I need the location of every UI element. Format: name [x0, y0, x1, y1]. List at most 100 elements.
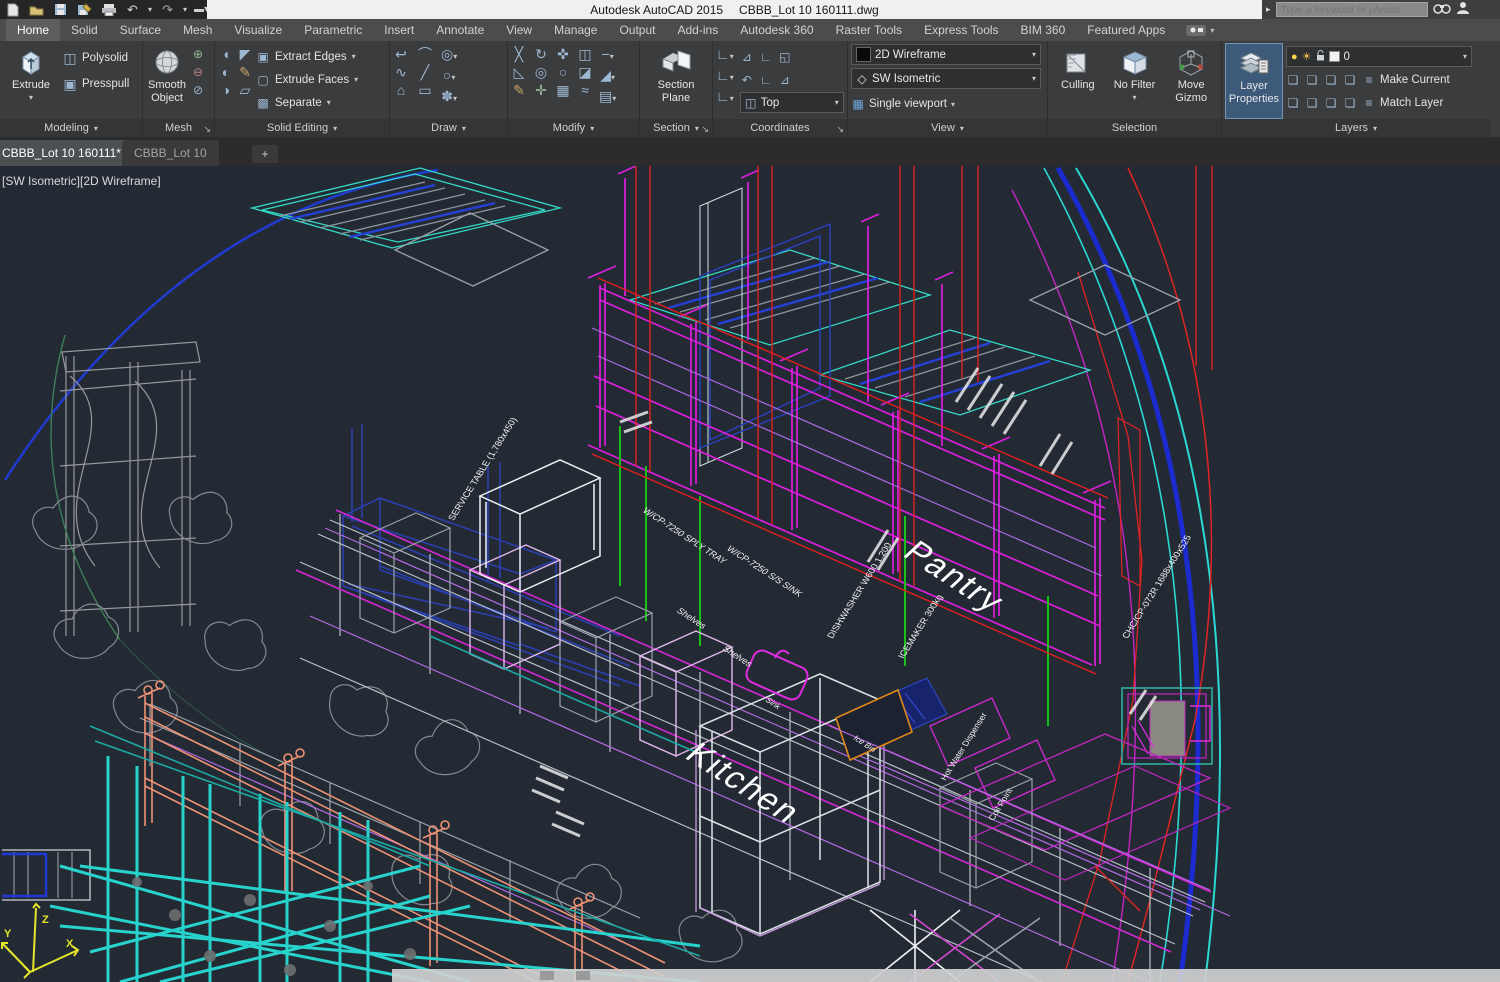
panel-draw-footer[interactable]: Draw▾ — [390, 119, 507, 137]
tab-parametric[interactable]: Parametric — [293, 19, 373, 41]
circle-icon[interactable]: ◎▾ — [441, 46, 457, 65]
hatch-icon[interactable]: ✽▾ — [441, 88, 457, 107]
ucs-face-icon[interactable]: ∟ — [759, 72, 773, 88]
tab-featured-apps[interactable]: Featured Apps — [1076, 19, 1176, 41]
ucs-undo-icon[interactable]: ↶ — [740, 72, 754, 88]
ucs-3point-icon[interactable]: ⊿ — [778, 72, 792, 88]
stretch-icon[interactable]: ✛ — [533, 82, 549, 98]
panel-modify-footer[interactable]: Modify▾ — [508, 119, 639, 137]
polygon-icon[interactable]: ⌂ — [393, 82, 409, 98]
undo-dropdown-icon[interactable]: ▾ — [148, 5, 152, 14]
panel-solid-editing-footer[interactable]: Solid Editing▾ — [215, 119, 389, 137]
ucs-origin-icon[interactable]: ∟▾ — [716, 88, 734, 107]
extract-edges-button[interactable]: ▣ Extract Edges▾ — [256, 46, 358, 67]
slice-icon[interactable]: ◤ — [237, 46, 253, 62]
tab-bim-360[interactable]: BIM 360 — [1010, 19, 1077, 41]
arc-icon[interactable]: ⌒ — [417, 46, 433, 62]
named-view-dropdown[interactable]: ◫ Top ▾ — [740, 92, 844, 113]
extrude-button[interactable]: Extrude ▾ — [3, 43, 59, 119]
tab-home[interactable]: Home — [6, 19, 60, 41]
viewport-config-button[interactable]: ▦ Single viewport ▾ — [851, 92, 1044, 116]
fillet-edge-icon[interactable]: ✎ — [237, 64, 253, 80]
view-preset-dropdown[interactable]: ◇ SW Isometric ▾ — [851, 68, 1041, 89]
smooth-object-button[interactable]: Smooth Object — [146, 43, 188, 119]
fillet-icon[interactable]: ◺ — [511, 64, 527, 80]
connect-icon[interactable]: ▾ — [1186, 19, 1214, 41]
union-icon[interactable]: ◖ — [218, 46, 234, 62]
mesh-launcher-icon[interactable]: ↘ — [203, 124, 211, 135]
mesh-refine-icon[interactable]: ⊕ — [191, 46, 205, 62]
layer-dropdown[interactable]: ● ☀ 0 ▾ — [1286, 46, 1472, 67]
new-file-icon[interactable] — [4, 2, 21, 17]
infocenter-collapse-icon[interactable]: ▸ — [1266, 4, 1271, 15]
tab-mesh[interactable]: Mesh — [172, 19, 223, 41]
panel-section-footer[interactable]: Section▾ ↘ — [640, 119, 712, 137]
layer-thaw-icon[interactable]: ❏ — [1324, 95, 1338, 111]
move-icon[interactable]: ✜ — [555, 46, 571, 62]
tab-annotate[interactable]: Annotate — [425, 19, 495, 41]
layer-lock-icon[interactable]: ❏ — [1343, 72, 1357, 88]
tab-manage[interactable]: Manage — [543, 19, 608, 41]
layer-properties-button[interactable]: Layer Properties — [1225, 43, 1283, 119]
layer-freeze-icon[interactable]: ❏ — [1324, 72, 1338, 88]
polyline-icon[interactable]: ↩ — [393, 46, 409, 62]
redo-icon[interactable]: ↷ — [159, 2, 176, 17]
tab-autodesk-360[interactable]: Autodesk 360 — [729, 19, 824, 41]
ucs-world-icon[interactable]: ∟▾ — [716, 46, 734, 65]
visual-style-dropdown[interactable]: 2D Wireframe ▾ — [851, 44, 1041, 65]
layer-unlock-all-icon[interactable]: ❏ — [1343, 95, 1357, 111]
layer-on-icon[interactable]: ❏ — [1286, 95, 1300, 111]
command-line-bar[interactable] — [392, 969, 1500, 982]
section-launcher-icon[interactable]: ↘ — [701, 124, 709, 135]
plot-icon[interactable] — [100, 2, 117, 17]
culling-button[interactable]: Culling — [1051, 43, 1105, 119]
panel-coordinates-footer[interactable]: Coordinates ↘ — [713, 119, 847, 137]
chamfer-icon[interactable]: ◢▾ — [599, 67, 616, 86]
offset-icon[interactable]: ≈ — [577, 82, 593, 98]
redo-dropdown-icon[interactable]: ▾ — [183, 5, 187, 14]
copy-icon[interactable]: ◫ — [577, 46, 593, 62]
spline-icon[interactable]: ∿ — [393, 64, 409, 80]
tab-visualize[interactable]: Visualize — [223, 19, 293, 41]
rectangle-icon[interactable]: ▭ — [417, 82, 433, 98]
mirror-icon[interactable]: ◪ — [577, 64, 593, 80]
panel-selection-footer[interactable]: Selection — [1048, 119, 1221, 137]
no-filter-dropdown-icon[interactable]: ▾ — [1133, 92, 1137, 104]
match-layer-button[interactable]: ≡ Match Layer — [1362, 94, 1443, 112]
save-as-icon[interactable] — [76, 2, 93, 17]
infocenter-search-input[interactable] — [1276, 2, 1428, 17]
viewport-controls-label[interactable]: [SW Isometric][2D Wireframe] — [2, 174, 161, 188]
measure-icon[interactable]: ✎ — [511, 82, 527, 98]
mesh-crease-icon[interactable]: ⊘ — [191, 82, 205, 98]
tab-insert[interactable]: Insert — [373, 19, 425, 41]
open-file-icon[interactable] — [28, 2, 45, 17]
tab-surface[interactable]: Surface — [109, 19, 172, 41]
polysolid-button[interactable]: ◫ Polysolid — [62, 46, 129, 70]
separate-button[interactable]: ▩ Separate▾ — [256, 92, 358, 113]
section-plane-button[interactable]: Section Plane — [646, 43, 706, 119]
panel-layers-footer[interactable]: Layers▾ — [1222, 119, 1490, 137]
tab-solid[interactable]: Solid — [60, 19, 109, 41]
panel-modeling-footer[interactable]: Modeling▾ — [0, 119, 142, 137]
presspull-button[interactable]: ▣ Presspull — [62, 72, 129, 96]
ucs-previous-icon[interactable]: ∟▾ — [716, 67, 734, 86]
layer-off-icon[interactable]: ❏ — [1286, 72, 1300, 88]
sign-in-icon[interactable] — [1456, 1, 1470, 19]
subtract-icon[interactable]: ◐ — [218, 64, 234, 80]
save-icon[interactable] — [52, 2, 69, 17]
tab-express-tools[interactable]: Express Tools — [913, 19, 1009, 41]
extrude-faces-button[interactable]: ▢ Extrude Faces▾ — [256, 69, 358, 90]
layer-isolate-icon[interactable]: ❏ — [1305, 72, 1319, 88]
panel-view-footer[interactable]: View▾ — [848, 119, 1047, 137]
tab-add-ins[interactable]: Add-ins — [667, 19, 730, 41]
scale-icon[interactable]: ◎ — [533, 64, 549, 80]
taper-face-icon[interactable]: ▱ — [237, 82, 253, 98]
move-gizmo-button[interactable]: Move Gizmo — [1164, 43, 1218, 119]
panel-mesh-footer[interactable]: Mesh ↘ — [143, 119, 214, 137]
ucs-view-icon[interactable]: ◱ — [778, 49, 792, 65]
tab-output[interactable]: Output — [608, 19, 666, 41]
new-drawing-tab-button[interactable]: + — [252, 145, 278, 163]
ucs-icon-show[interactable]: ⊿ — [740, 49, 754, 65]
search-binoculars-icon[interactable] — [1433, 1, 1451, 19]
trim-icon[interactable]: ╳ — [511, 46, 527, 62]
